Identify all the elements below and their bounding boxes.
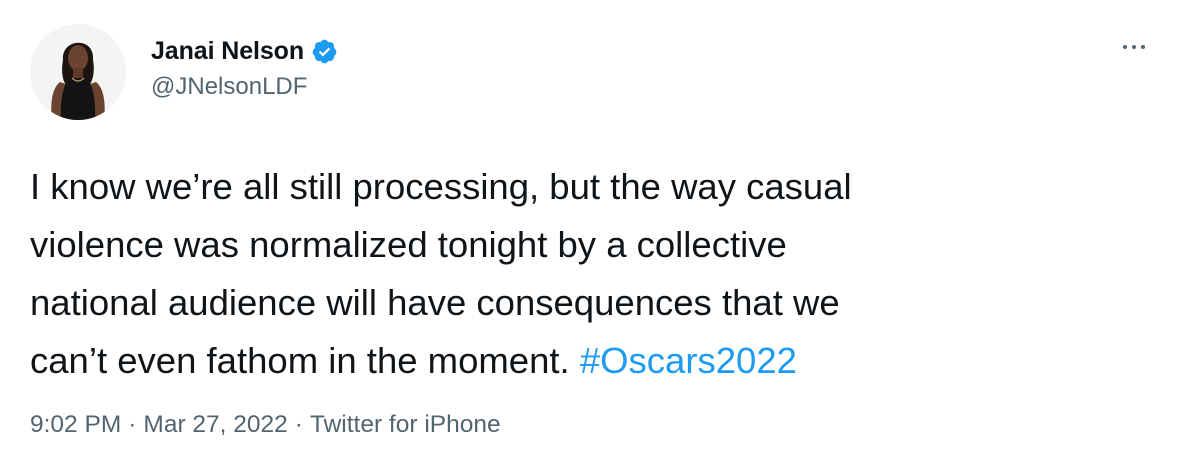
- tweet-time[interactable]: 9:02 PM: [30, 411, 121, 439]
- hashtag-link[interactable]: #Oscars2022: [580, 340, 797, 381]
- more-horizontal-icon: [1123, 45, 1145, 49]
- tweet-text-line: I know we’re all still processing, but t…: [30, 166, 852, 207]
- verified-badge-icon: [311, 38, 338, 65]
- author-display-name[interactable]: Janai Nelson: [151, 37, 304, 66]
- tweet-source[interactable]: Twitter for iPhone: [310, 411, 501, 439]
- tweet-text-line: can’t even fathom in the moment. #Oscars…: [30, 332, 1110, 390]
- tweet-card: Janai Nelson @JNelsonLDF I know we’re al…: [0, 0, 1180, 472]
- avatar[interactable]: [30, 24, 126, 120]
- author-handle[interactable]: @JNelsonLDF: [151, 73, 307, 101]
- tweet-text-line: violence was normalized tonight by a col…: [30, 224, 787, 265]
- profile-photo: [30, 24, 126, 120]
- author-name-row: Janai Nelson: [151, 34, 338, 68]
- tweet-text-line: national audience will have consequences…: [30, 282, 840, 323]
- more-options-button[interactable]: [1116, 36, 1152, 58]
- tweet-text-segment: can’t even fathom in the moment.: [30, 340, 580, 381]
- meta-separator: ·: [128, 411, 137, 438]
- tweet-metadata: 9:02 PM · Mar 27, 2022 · Twitter for iPh…: [30, 411, 501, 439]
- meta-separator: ·: [294, 411, 303, 438]
- tweet-text: I know we’re all still processing, but t…: [30, 158, 1110, 390]
- tweet-date[interactable]: Mar 27, 2022: [143, 411, 287, 439]
